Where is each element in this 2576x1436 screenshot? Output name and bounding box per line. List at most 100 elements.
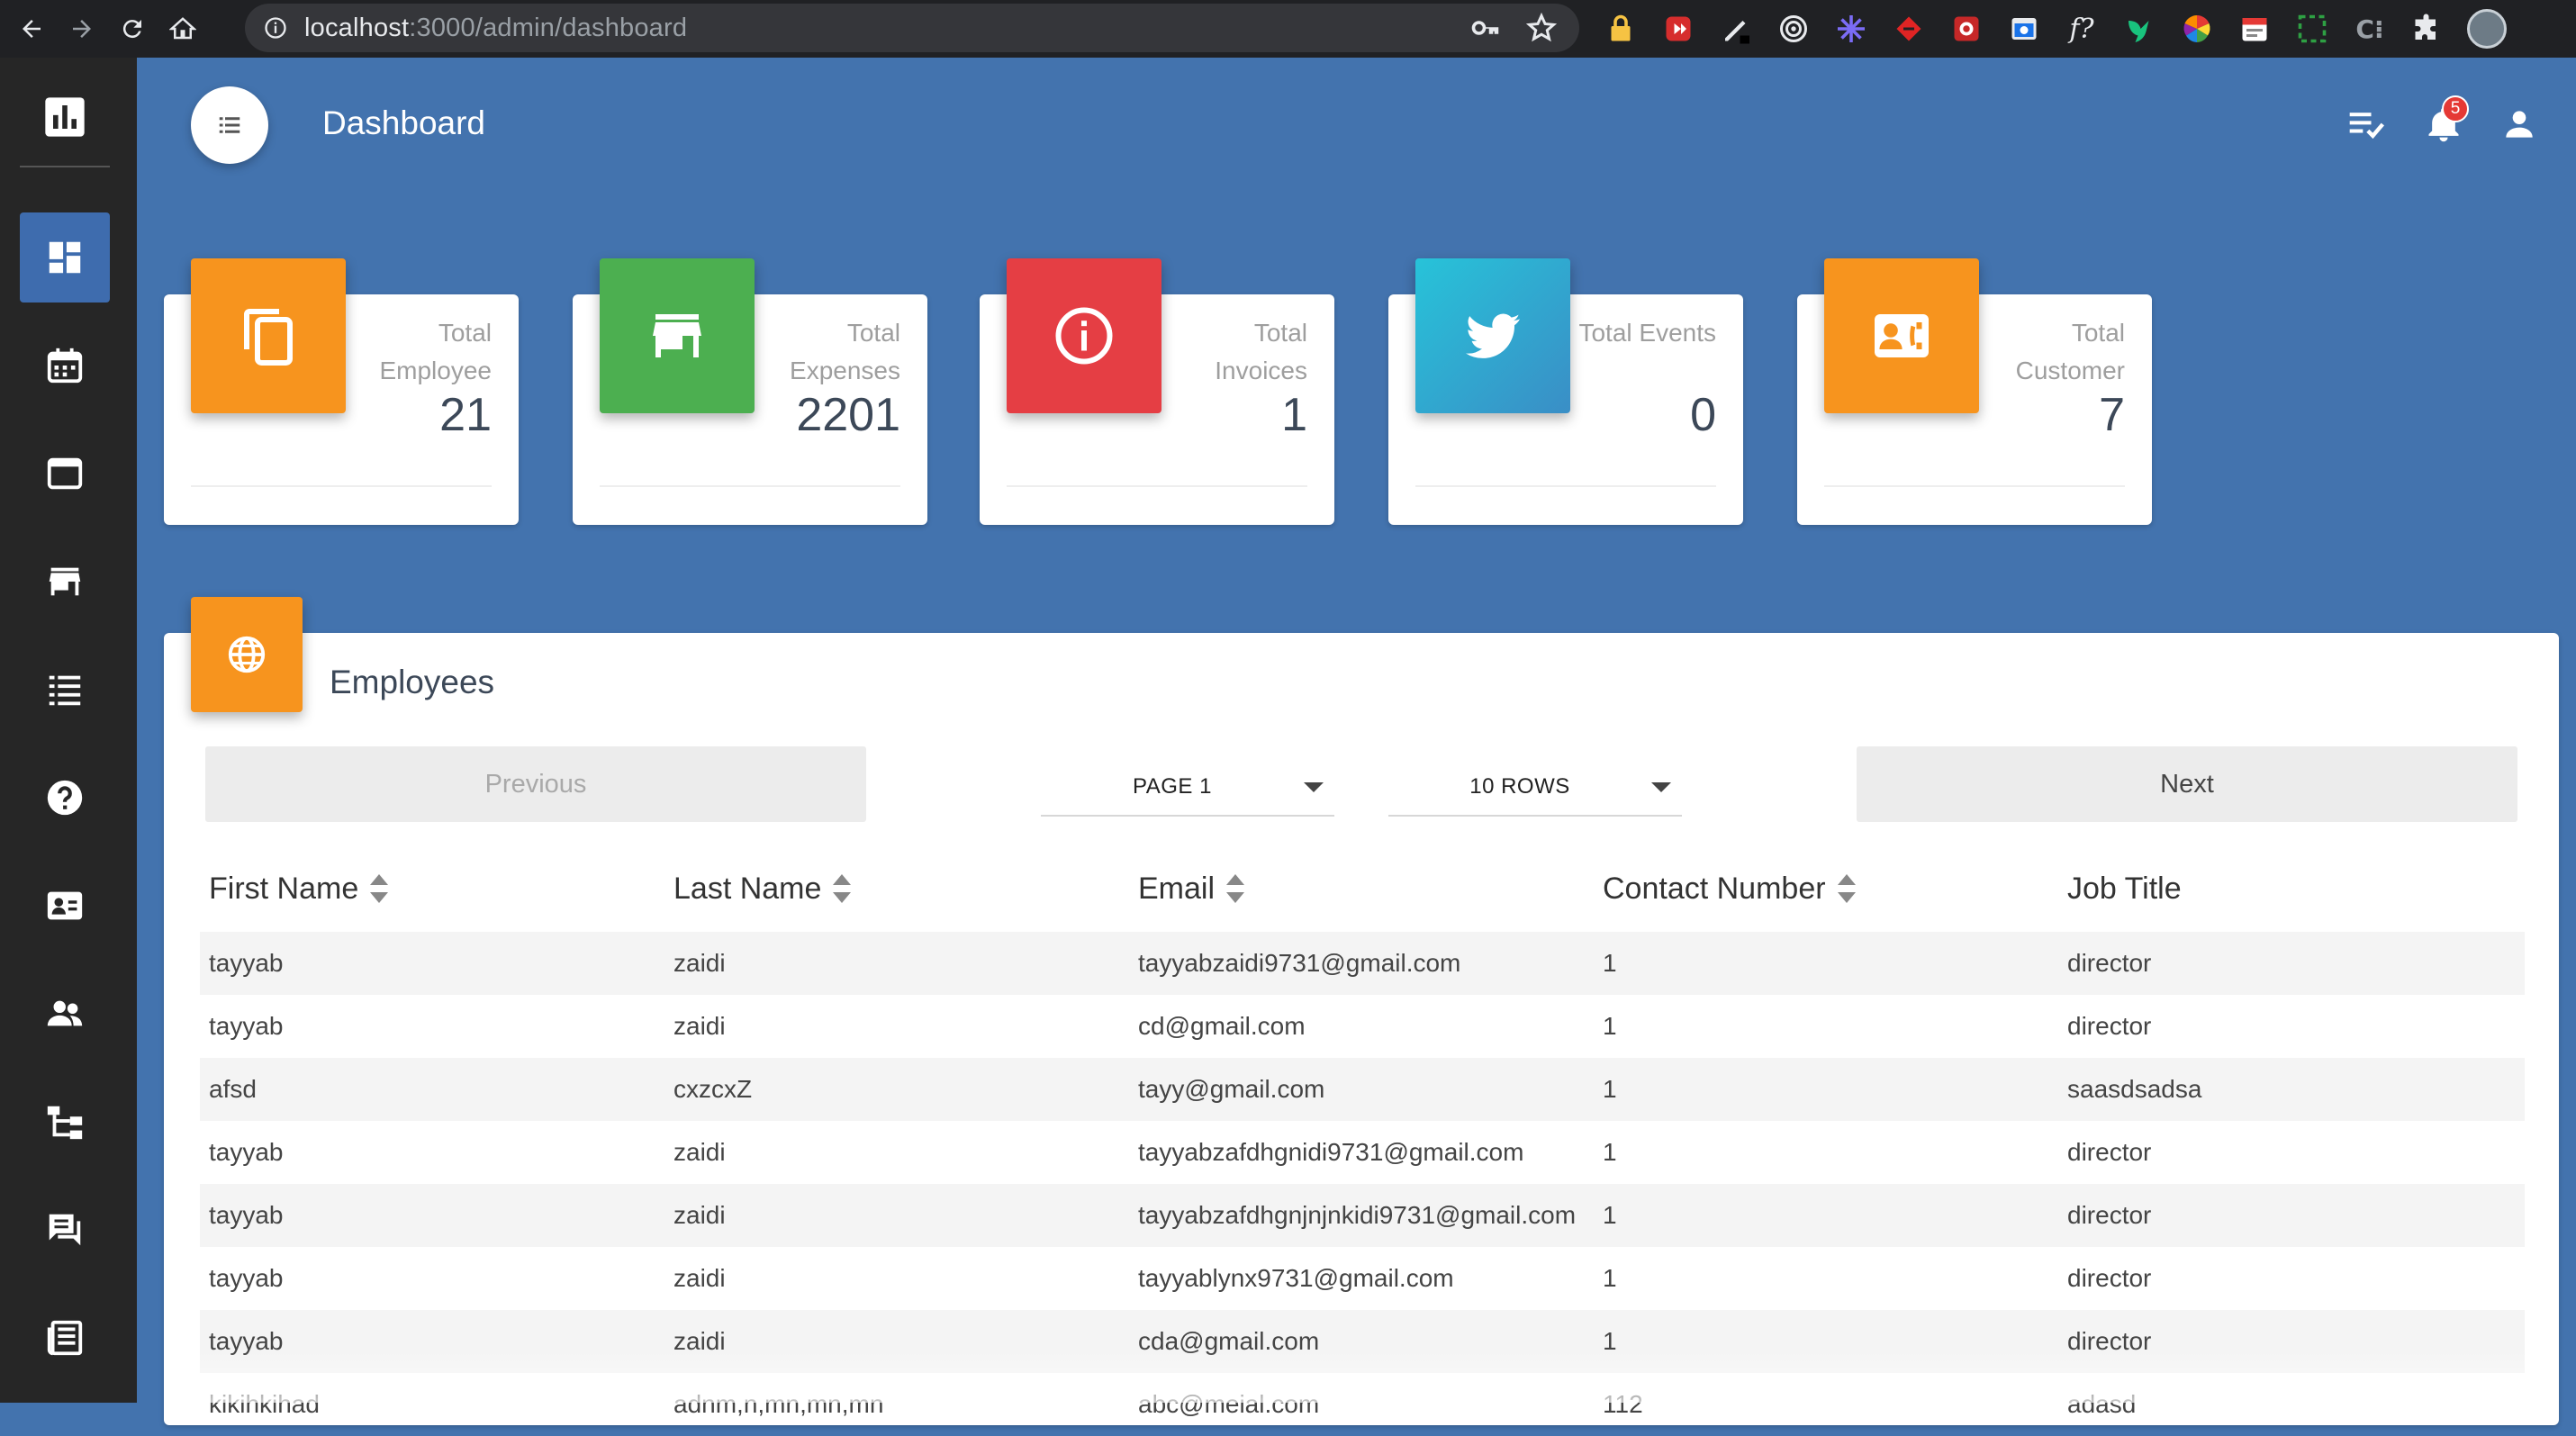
sidebar-item-window[interactable] — [20, 429, 110, 519]
star-icon[interactable] — [1525, 12, 1558, 44]
table-row[interactable]: tayyab zaidi tayyabzafdhgnidi9731@gmail.co… — [200, 1121, 2525, 1184]
rows-select[interactable]: 10 ROWS — [1388, 759, 1682, 817]
table-cell: tayyab — [209, 1327, 284, 1355]
stat-title: Total Invoices — [1215, 319, 1307, 384]
caret-down-icon — [1651, 781, 1671, 792]
table-cell: tayyablynx9731@gmail.com — [1138, 1264, 1454, 1292]
purple-asterisk-ext-icon[interactable] — [1833, 11, 1869, 47]
sidebar-divider — [20, 166, 110, 167]
sidebar-item-hierarchy[interactable] — [20, 1077, 110, 1167]
key-icon[interactable] — [1469, 12, 1502, 44]
stat-card-expenses: Total Expenses 2201 — [573, 258, 927, 525]
forward-icon[interactable] — [63, 10, 101, 48]
home-icon[interactable] — [164, 10, 202, 48]
back-icon[interactable] — [13, 10, 50, 48]
profile-avatar[interactable] — [2467, 9, 2507, 49]
table-cell: zaidi — [673, 1264, 726, 1292]
table-cell: tayyabzafdhgnjnjnkidi9731@gmail.com — [1138, 1201, 1577, 1229]
contact-phone-icon — [1824, 258, 1979, 413]
stat-card-events: Total Events 0 — [1388, 258, 1743, 525]
column-header-last-name[interactable]: Last Name — [664, 872, 1129, 907]
sidebar-item-list[interactable] — [20, 645, 110, 735]
column-header-email[interactable]: Email — [1129, 872, 1594, 907]
green-dashed-ext-icon[interactable] — [2294, 11, 2330, 47]
table-row[interactable]: tayyab zaidi tayyabzafdhgnjnjnkidi9731@gma… — [200, 1184, 2525, 1247]
chat-icon — [49, 1214, 81, 1246]
table-cell: saasdsadsa — [2067, 1075, 2202, 1103]
css-ext-label: C⁝ — [2355, 14, 2384, 44]
people-icon — [47, 1000, 83, 1026]
sidebar-item-newspaper[interactable] — [20, 1293, 110, 1383]
red-play-ext-icon[interactable] — [1660, 11, 1696, 47]
column-header-first-name[interactable]: First Name — [200, 872, 664, 907]
sort-icon — [833, 874, 852, 903]
table-header: First Name Last Name Email Contact Numbe… — [200, 845, 2525, 932]
table-cell: director — [2067, 949, 2152, 977]
table-cell: 1 — [1603, 1264, 1617, 1292]
calendar-ext-icon[interactable] — [2237, 11, 2273, 47]
table-cell: kikihkihad — [209, 1390, 320, 1418]
sidebar-item-dashboard[interactable] — [20, 212, 110, 303]
caret-down-icon — [1304, 781, 1324, 792]
user-icon[interactable] — [2499, 104, 2539, 144]
css-ext-icon[interactable]: C⁝ — [2352, 11, 2388, 47]
url-text[interactable]: localhost:3000/admin/dashboard — [304, 14, 687, 43]
sidebar-item-contacts[interactable] — [20, 861, 110, 951]
stat-title: Total Expenses — [790, 319, 900, 384]
employees-table: First Name Last Name Email Contact Numbe… — [200, 845, 2525, 1436]
table-cell: 1 — [1603, 1012, 1617, 1040]
sidebar-item-store[interactable] — [20, 537, 110, 627]
window-icon — [47, 457, 83, 490]
table-row[interactable]: kikihkihad adnm,n,mn,mn,mn abc@meial.com 11… — [200, 1373, 2525, 1436]
next-button[interactable]: Next — [1857, 746, 2517, 822]
stat-value: 21 — [439, 389, 492, 441]
column-header-contact-number[interactable]: Contact Number — [1594, 872, 2058, 907]
column-header-job-title[interactable]: Job Title — [2058, 872, 2525, 907]
table-row[interactable]: tayyab zaidi tayyabzaidi9731@gmail.com 1 dir… — [200, 932, 2525, 995]
store-icon — [600, 258, 755, 413]
red-photo-ext-icon[interactable] — [1948, 11, 1984, 47]
menu-toggle-button[interactable] — [191, 86, 268, 164]
card-divider — [1415, 485, 1716, 487]
table-cell: zaidi — [673, 1012, 726, 1040]
hierarchy-icon — [47, 1106, 83, 1140]
page-select[interactable]: PAGE 1 — [1041, 759, 1334, 817]
table-cell: tayy@gmail.com — [1138, 1075, 1325, 1103]
sidebar-item-chat[interactable] — [20, 1185, 110, 1275]
pen-ext-icon[interactable] — [1718, 11, 1754, 47]
fx-ext-icon[interactable]: f? — [2064, 11, 2100, 47]
table-cell: adnm,n,mn,mn,mn — [673, 1390, 884, 1418]
table-cell: 1 — [1603, 1201, 1617, 1229]
color-wheel-ext-icon[interactable] — [2179, 11, 2215, 47]
stat-card-customer: Total Customer 7 — [1797, 258, 2152, 525]
red-diamond-ext-icon[interactable] — [1891, 11, 1927, 47]
calendar-icon — [47, 348, 83, 384]
table-cell: tayyab — [209, 1138, 284, 1166]
info-icon[interactable] — [263, 15, 288, 41]
reload-icon[interactable] — [113, 10, 151, 48]
stat-value: 2201 — [796, 389, 900, 441]
column-header-label: Last Name — [673, 871, 822, 906]
sidebar-item-help[interactable] — [20, 753, 110, 843]
panel-title: Employees — [330, 664, 495, 700]
blue-camera-ext-icon[interactable] — [2006, 11, 2042, 47]
table-cell: director — [2067, 1264, 2152, 1292]
target-ext-icon[interactable] — [1776, 11, 1812, 47]
puzzle-icon[interactable] — [2409, 11, 2445, 47]
card-divider — [1824, 485, 2125, 487]
sidebar-item-calendar[interactable] — [20, 321, 110, 411]
green-bird-ext-icon[interactable] — [2121, 11, 2157, 47]
checklist-icon[interactable] — [2346, 104, 2386, 144]
address-bar[interactable]: localhost:3000/admin/dashboard — [245, 4, 1579, 52]
table-row[interactable]: tayyab zaidi cda@gmail.com 1 director — [200, 1310, 2525, 1373]
table-row[interactable]: tayyab zaidi tayyablynx9731@gmail.com 1 dire… — [200, 1247, 2525, 1310]
sidebar-item-people[interactable] — [20, 969, 110, 1059]
bar-chart-logo-icon[interactable] — [41, 94, 88, 140]
contact-card-icon — [47, 891, 83, 920]
browser-toolbar: localhost:3000/admin/dashboard f? C⁝ — [0, 0, 2576, 58]
previous-button[interactable]: Previous — [205, 746, 866, 822]
column-header-label: Contact Number — [1603, 871, 1826, 906]
table-row[interactable]: afsd cxzcxZ tayy@gmail.com 1 saasdsadsa — [200, 1058, 2525, 1121]
table-row[interactable]: tayyab zaidi cd@gmail.com 1 director — [200, 995, 2525, 1058]
lock-ext-icon[interactable] — [1603, 11, 1639, 47]
